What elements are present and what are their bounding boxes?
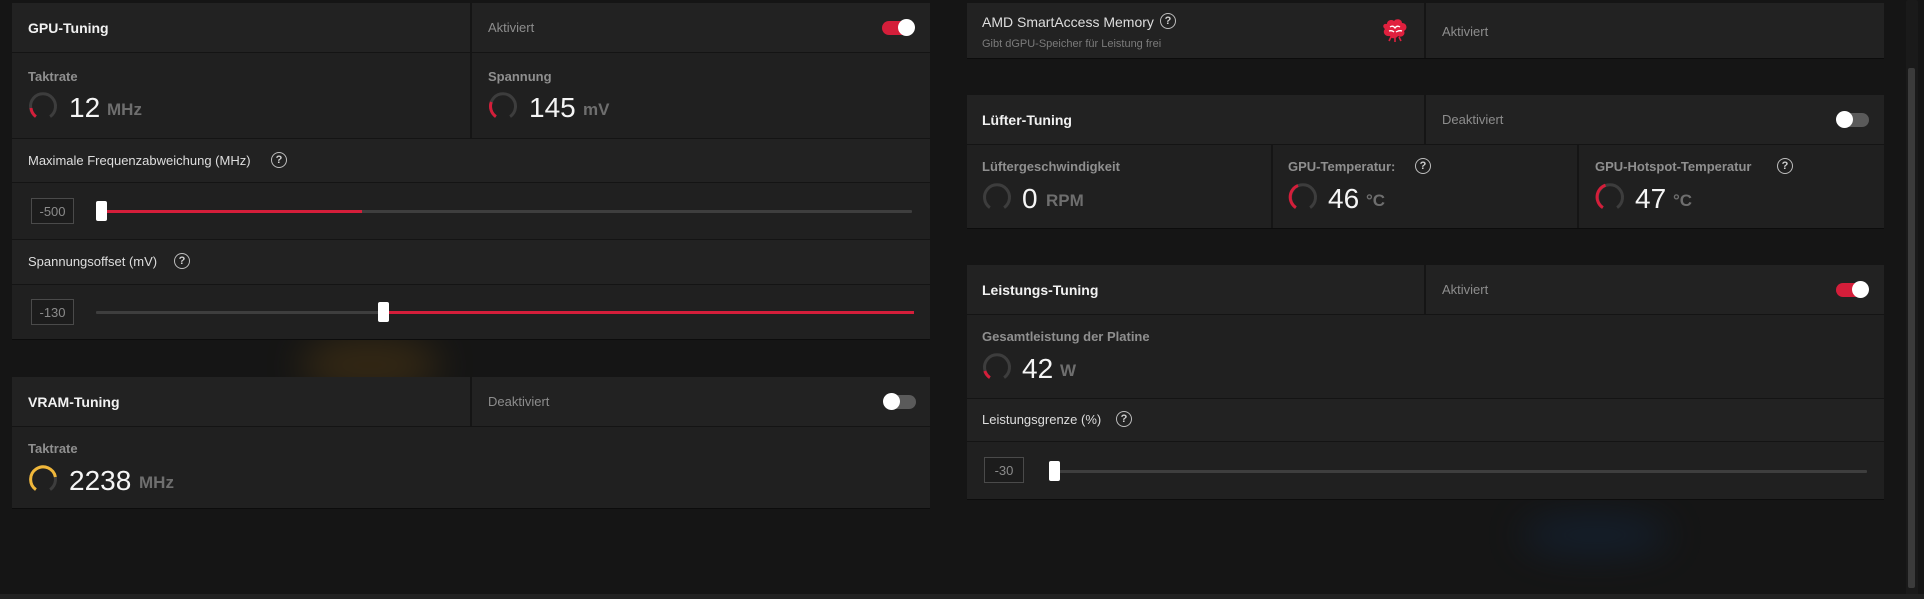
vram-tuning-panel: VRAM-Tuning Deaktiviert Taktrate 2238 MH… (12, 377, 930, 508)
fan-tuning-panel: Lüfter-Tuning Deaktiviert Lüftergeschwin… (967, 95, 1884, 228)
fan-speed-label: Lüftergeschwindigkeit (982, 159, 1120, 174)
gpu-metrics-row: Taktrate 12 MHz Spannung 145 mV (12, 53, 930, 139)
board-power-row: Gesamtleistung der Platine 42 W (967, 315, 1884, 399)
smart-access-status: Aktiviert (1442, 24, 1489, 39)
voltage-offset-fill (383, 311, 914, 314)
voltage-unit: mV (583, 100, 610, 119)
gpu-tuning-toggle[interactable] (882, 19, 915, 36)
gpu-temp-gauge-icon (1288, 183, 1317, 209)
hotspot-temp-unit: °C (1673, 191, 1693, 210)
power-tuning-status: Aktiviert (1442, 282, 1489, 297)
vram-metrics-row: Taktrate 2238 MHz (12, 427, 930, 508)
vram-tuning-toggle[interactable] (883, 393, 916, 410)
hotspot-temp-gauge-icon (1595, 183, 1624, 209)
power-limit-slider-thumb[interactable] (1049, 461, 1060, 481)
max-freq-label: Maximale Frequenzabweichung (MHz) (28, 153, 251, 168)
power-limit-slider-row: -30 (967, 442, 1884, 499)
fan-speed-gauge-icon (983, 183, 1011, 209)
voltage-offset-header: Spannungsoffset (mV) ? (12, 240, 930, 285)
voltage-gauge-icon (489, 92, 517, 118)
smart-access-panel: AMD SmartAccess Memory ? Gibt dGPU-Speic… (967, 3, 1884, 58)
fan-tuning-title: Lüfter-Tuning (982, 112, 1072, 128)
bottom-border (0, 594, 1924, 599)
hotspot-temp-label: GPU-Hotspot-Temperatur (1595, 159, 1752, 174)
power-limit-track[interactable] (1049, 470, 1867, 473)
power-limit-help-icon[interactable]: ? (1116, 411, 1132, 427)
vram-clock-gauge-icon (29, 465, 57, 491)
fan-tuning-toggle[interactable] (1836, 111, 1869, 128)
background-glow (1520, 515, 1670, 555)
voltage-offset-slider-thumb[interactable] (378, 302, 389, 322)
max-freq-fill (100, 210, 362, 213)
fan-tuning-status: Deaktiviert (1442, 112, 1504, 127)
smart-access-help-icon[interactable]: ? (1160, 13, 1176, 29)
gpu-temp-unit: °C (1366, 191, 1386, 210)
vram-tuning-status: Deaktiviert (488, 394, 550, 409)
board-power-label: Gesamtleistung der Platine (982, 329, 1150, 344)
voltage-offset-input[interactable]: -130 (31, 299, 74, 325)
scrollbar-thumb[interactable] (1908, 68, 1915, 588)
power-tuning-toggle[interactable] (1836, 281, 1869, 298)
voltage-offset-label: Spannungsoffset (mV) (28, 254, 158, 269)
power-tuning-title: Leistungs-Tuning (982, 282, 1099, 298)
smart-access-row: AMD SmartAccess Memory ? Gibt dGPU-Speic… (967, 3, 1884, 58)
board-power-value: 42 (1022, 353, 1054, 384)
hotspot-temp-value: 47 (1635, 183, 1667, 214)
gpu-temp-label: GPU-Temperatur: (1288, 159, 1396, 174)
gpu-tuning-header: GPU-Tuning Aktiviert (12, 3, 930, 53)
gpu-tuning-status: Aktiviert (488, 20, 535, 35)
gpu-tuning-panel: GPU-Tuning Aktiviert Taktrate 12 MHz Spa… (12, 3, 930, 339)
fan-speed-unit: RPM (1046, 191, 1084, 210)
vram-clock-unit: MHz (139, 473, 174, 492)
power-tuning-panel: Leistungs-Tuning Aktiviert Gesamtleistun… (967, 265, 1884, 499)
hotspot-temp-help-icon[interactable]: ? (1777, 158, 1793, 174)
clock-unit: MHz (107, 100, 142, 119)
board-power-unit: W (1060, 361, 1077, 380)
max-freq-slider-thumb[interactable] (96, 201, 107, 221)
max-freq-help-icon[interactable]: ? (271, 152, 287, 168)
vram-clock-value: 2238 (69, 465, 132, 496)
clock-gauge-icon (29, 92, 57, 118)
gpu-temp-value: 46 (1328, 183, 1360, 214)
vram-clock-label: Taktrate (28, 441, 78, 456)
power-tuning-header: Leistungs-Tuning Aktiviert (967, 265, 1884, 315)
fan-tuning-header: Lüfter-Tuning Deaktiviert (967, 95, 1884, 145)
fan-speed-value: 0 (1022, 183, 1038, 214)
max-freq-slider-row: -500 (12, 183, 930, 240)
gpu-tuning-title: GPU-Tuning (28, 20, 109, 36)
board-power-gauge-icon (983, 353, 1011, 379)
power-limit-input[interactable]: -30 (984, 457, 1024, 483)
voltage-offset-help-icon[interactable]: ? (174, 253, 190, 269)
power-limit-label: Leistungsgrenze (%) (982, 412, 1102, 427)
clock-value: 12 (69, 92, 101, 123)
brain-icon (1383, 19, 1407, 42)
gpu-temp-help-icon[interactable]: ? (1415, 158, 1431, 174)
vram-tuning-header: VRAM-Tuning Deaktiviert (12, 377, 930, 427)
clock-label: Taktrate (28, 69, 78, 84)
power-limit-header: Leistungsgrenze (%) ? (967, 399, 1884, 442)
smart-access-title: AMD SmartAccess Memory (982, 14, 1154, 30)
voltage-offset-slider-row: -130 (12, 285, 930, 339)
max-freq-input[interactable]: -500 (31, 198, 74, 224)
voltage-value: 145 (529, 92, 576, 123)
fan-metrics-row: Lüftergeschwindigkeit 0 RPM GPU-Temperat… (967, 145, 1884, 228)
smart-access-subtitle: Gibt dGPU-Speicher für Leistung frei (982, 38, 1162, 50)
vram-tuning-title: VRAM-Tuning (28, 394, 120, 410)
voltage-label: Spannung (488, 69, 552, 84)
max-freq-header: Maximale Frequenzabweichung (MHz) ? (12, 139, 930, 183)
